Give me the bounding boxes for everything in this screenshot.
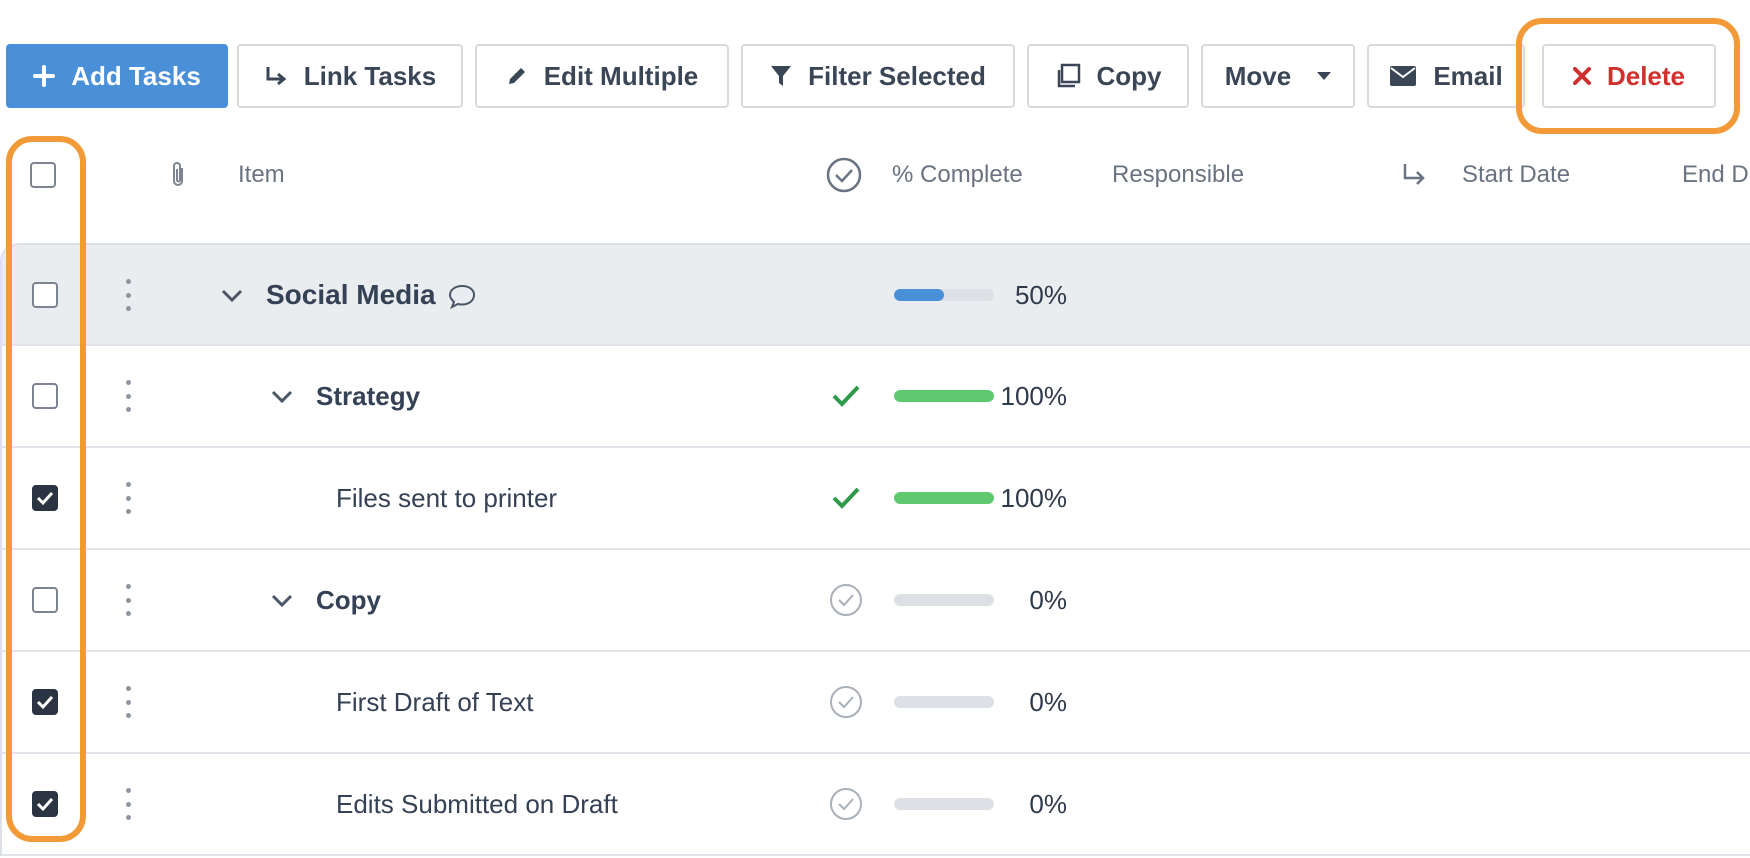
filter-selected-button[interactable]: Filter Selected: [741, 44, 1015, 108]
circle-check-icon: [830, 788, 862, 820]
dependency-arrow-icon: [1400, 140, 1428, 210]
x-icon: [1572, 67, 1591, 85]
pencil-icon: [506, 65, 528, 87]
table-row[interactable]: Copy 0%: [2, 550, 1750, 652]
link-tasks-button[interactable]: Link Tasks: [237, 44, 463, 108]
move-label: Move: [1224, 60, 1292, 91]
status-icon[interactable]: [828, 378, 864, 414]
row-checkbox[interactable]: [32, 282, 58, 308]
progress-bar: [894, 390, 994, 402]
check-icon: [832, 385, 860, 407]
column-percent-complete[interactable]: % Complete: [892, 140, 1023, 210]
table-row[interactable]: First Draft of Text 0%: [2, 652, 1750, 754]
drag-handle-icon[interactable]: [123, 482, 133, 514]
add-tasks-button[interactable]: Add Tasks: [6, 44, 228, 108]
progress-bar: [894, 594, 994, 606]
percent-complete: 0%: [1029, 788, 1067, 819]
chevron-down-icon: [1317, 72, 1332, 80]
column-responsible[interactable]: Responsible: [1112, 140, 1244, 210]
status-icon[interactable]: [828, 582, 864, 618]
row-checkbox[interactable]: [32, 587, 58, 613]
filter-selected-label: Filter Selected: [808, 60, 986, 91]
select-all-checkbox[interactable]: [30, 162, 56, 188]
table-row[interactable]: Social Media 50%: [2, 243, 1750, 346]
row-checkbox[interactable]: [32, 485, 58, 511]
drag-handle-icon[interactable]: [123, 279, 133, 311]
add-tasks-label: Add Tasks: [71, 60, 201, 91]
circle-check-icon: [830, 686, 862, 718]
column-end-date[interactable]: End D: [1682, 140, 1749, 210]
task-name[interactable]: Strategy: [316, 346, 420, 446]
task-name[interactable]: First Draft of Text: [336, 652, 533, 752]
task-name[interactable]: Social Media: [266, 245, 436, 345]
move-dropdown-button[interactable]: Move: [1201, 44, 1355, 108]
task-name[interactable]: Files sent to printer: [336, 448, 557, 548]
edit-multiple-label: Edit Multiple: [543, 60, 699, 91]
check-icon: [832, 487, 860, 509]
drag-handle-icon[interactable]: [123, 686, 133, 718]
drag-handle-icon[interactable]: [123, 584, 133, 616]
email-button[interactable]: Email: [1367, 44, 1525, 108]
comment-icon[interactable]: [448, 283, 476, 309]
column-start-date[interactable]: Start Date: [1462, 140, 1570, 210]
chevron-down-icon[interactable]: [270, 588, 294, 612]
copy-icon: [1055, 63, 1081, 89]
drag-handle-icon[interactable]: [123, 380, 133, 412]
row-checkbox[interactable]: [32, 791, 58, 817]
row-checkbox[interactable]: [32, 689, 58, 715]
delete-button[interactable]: Delete: [1542, 44, 1716, 108]
checkmark-icon: [36, 491, 54, 506]
status-icon[interactable]: [828, 480, 864, 516]
checkmark-icon: [36, 695, 54, 710]
checkmark-icon: [36, 797, 54, 812]
circle-check-icon: [826, 140, 862, 210]
task-name[interactable]: Edits Submitted on Draft: [336, 754, 618, 854]
status-icon[interactable]: [828, 786, 864, 822]
progress-fill: [894, 289, 944, 301]
percent-complete: 0%: [1029, 686, 1067, 717]
progress-bar: [894, 289, 994, 301]
link-arrow-icon: [264, 64, 288, 88]
progress-bar: [894, 696, 994, 708]
drag-handle-icon[interactable]: [123, 788, 133, 820]
percent-complete: 50%: [1014, 279, 1067, 310]
row-checkbox[interactable]: [32, 383, 58, 409]
delete-label: Delete: [1606, 60, 1686, 91]
progress-fill: [894, 492, 994, 504]
copy-label: Copy: [1096, 60, 1162, 91]
table-row[interactable]: Strategy 100%: [2, 346, 1750, 448]
chevron-down-icon[interactable]: [270, 384, 294, 408]
table-row[interactable]: Files sent to printer 100%: [2, 448, 1750, 550]
link-tasks-label: Link Tasks: [303, 60, 437, 91]
envelope-icon: [1389, 65, 1417, 87]
percent-complete: 100%: [1000, 380, 1068, 411]
task-name[interactable]: Copy: [316, 550, 381, 650]
progress-bar: [894, 492, 994, 504]
paperclip-icon: [168, 140, 188, 210]
percent-complete: 100%: [1000, 482, 1068, 513]
table-row[interactable]: Edits Submitted on Draft 0%: [2, 754, 1750, 856]
copy-button[interactable]: Copy: [1027, 44, 1189, 108]
email-label: Email: [1433, 60, 1503, 91]
table-header: Item % Complete Responsible Start Date E…: [0, 140, 1750, 240]
edit-multiple-button[interactable]: Edit Multiple: [475, 44, 729, 108]
chevron-down-icon[interactable]: [220, 283, 244, 307]
plus-icon: [33, 65, 56, 87]
filter-icon: [770, 64, 792, 88]
status-icon[interactable]: [828, 684, 864, 720]
circle-check-icon: [830, 584, 862, 616]
progress-fill: [894, 390, 994, 402]
percent-complete: 0%: [1029, 584, 1067, 615]
column-item[interactable]: Item: [238, 140, 285, 210]
task-table-body: Social Media 50% Strategy 100% Files sen…: [0, 243, 1750, 856]
progress-bar: [894, 798, 994, 810]
